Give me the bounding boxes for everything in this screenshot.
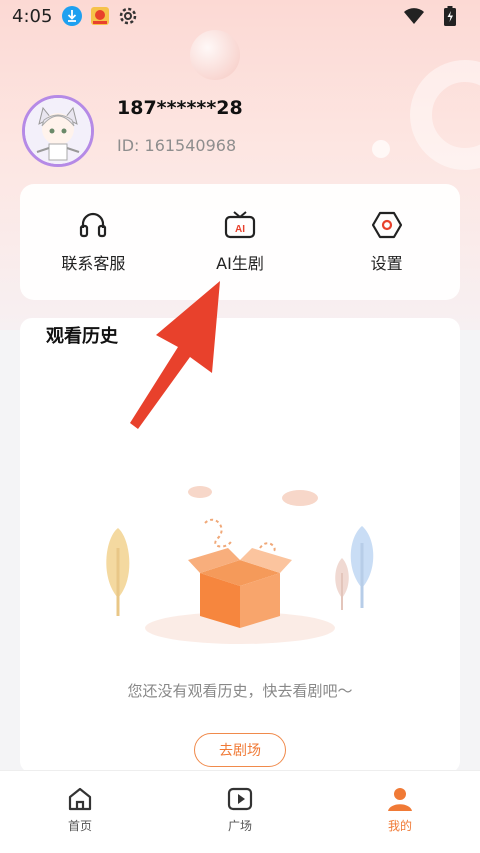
nav-home[interactable]: 首页 [0, 771, 160, 853]
status-time: 4:05 [12, 5, 53, 27]
user-id: ID: 161540968 [117, 136, 237, 155]
nav-home-label: 首页 [67, 818, 92, 833]
contact-support-label: 联系客服 [61, 254, 126, 273]
avatar[interactable] [22, 95, 94, 167]
settings-hex-icon [371, 211, 402, 239]
battery-charging-icon [440, 6, 460, 26]
nav-mine[interactable]: 我的 [320, 771, 480, 853]
quick-actions-card: 联系客服 AI AI生剧 设置 [20, 184, 460, 300]
decor-ring [410, 60, 480, 170]
user-icon [388, 787, 412, 811]
empty-box-illustration [106, 486, 374, 644]
nav-plaza[interactable]: 广场 [160, 771, 320, 853]
go-to-theater-button[interactable]: 去剧场 [194, 733, 286, 767]
download-icon [62, 6, 83, 26]
settings-button[interactable]: 设置 [313, 184, 460, 300]
avatar-image [25, 98, 91, 164]
username: 187******28 [117, 97, 243, 119]
svg-text:AI: AI [235, 224, 245, 235]
decor-bubble [190, 30, 240, 80]
app-notification-icon [90, 6, 110, 26]
tab-watch-history[interactable]: 观看历史 [46, 322, 118, 348]
wifi-icon [404, 6, 424, 26]
play-square-icon [227, 787, 253, 810]
headset-icon [80, 212, 107, 238]
bottom-nav: 首页 广场 我的 [0, 770, 480, 853]
annotation-arrow-icon [130, 281, 220, 429]
ai-drama-label: AI生剧 [216, 254, 264, 273]
settings-gear-icon [118, 6, 138, 26]
decor-dot [372, 140, 390, 158]
status-bar: 4:05 [0, 0, 480, 32]
settings-label: 设置 [370, 254, 403, 273]
ai-tv-icon: AI [224, 211, 256, 239]
nav-mine-label: 我的 [387, 818, 412, 833]
empty-state-message: 您还没有观看历史，快去看剧吧～ [127, 682, 353, 700]
home-icon [68, 787, 92, 810]
nav-plaza-label: 广场 [227, 818, 252, 833]
history-card: 观看历史 收藏 您还没有观看历史，快去看剧吧～ 去剧场 [20, 318, 460, 773]
